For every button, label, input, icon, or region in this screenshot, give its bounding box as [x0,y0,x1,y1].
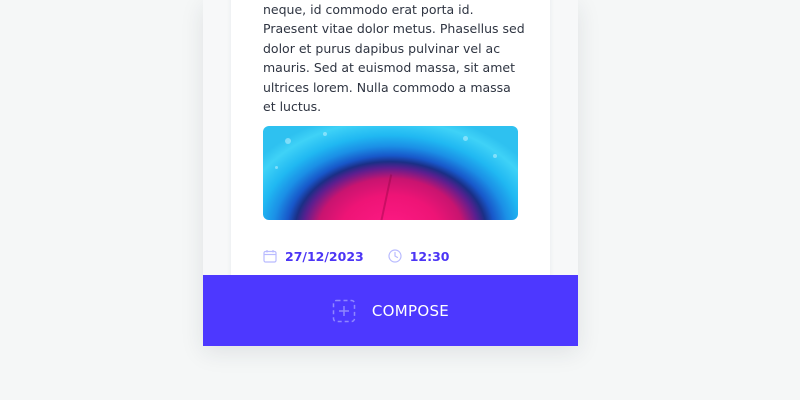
plus-square-icon [332,299,356,322]
post-meta: 27/12/2023 12:30 [263,246,474,266]
calendar-icon [263,250,277,263]
post-image [263,126,518,220]
compose-button-label: COMPOSE [371,301,450,320]
compose-button[interactable]: COMPOSE [203,275,578,346]
clock-icon [388,249,402,263]
post-body-text: adipiscing elit. Nullam blandit lacus ne… [263,1,525,115]
post-time: 12:30 [388,249,450,264]
post-date: 27/12/2023 [263,249,364,264]
post-card: adipiscing elit. Nullam blandit lacus ne… [231,0,550,280]
post-date-text: 27/12/2023 [285,248,364,264]
mobile-app-frame: adipiscing elit. Nullam blandit lacus ne… [203,0,578,346]
post-time-text: 12:30 [409,248,450,264]
